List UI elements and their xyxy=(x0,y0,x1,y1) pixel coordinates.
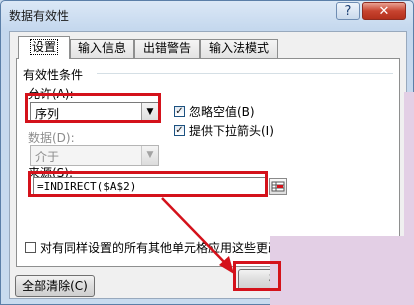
tab-settings[interactable]: 设置 xyxy=(18,36,70,59)
pointer-arrow-line xyxy=(161,197,229,267)
tab-settings-label: 设置 xyxy=(29,39,59,55)
